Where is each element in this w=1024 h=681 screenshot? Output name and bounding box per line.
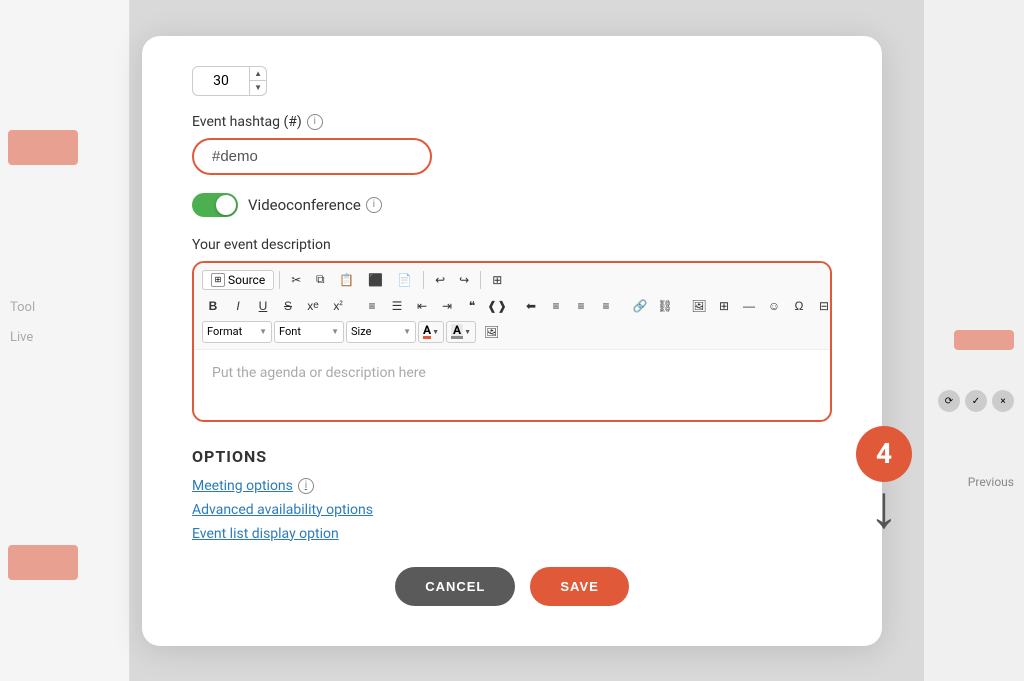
editor-toolbar: ⊞ Source ✂ ⧉ 📋 ⬛ 📄 ↩ ↪ ⊞ bbox=[194, 263, 830, 350]
show-blocks-button[interactable]: ⊟ bbox=[813, 295, 832, 317]
emoji-button[interactable]: ☺ bbox=[763, 295, 785, 317]
align-justify-button[interactable]: ≡ bbox=[595, 295, 617, 317]
toolbar-row1: ⊞ Source ✂ ⧉ 📋 ⬛ 📄 ↩ ↪ ⊞ bbox=[202, 269, 822, 291]
format-arrow: ▼ bbox=[259, 327, 267, 336]
step-arrow-down: ↓ bbox=[869, 477, 899, 537]
toggle-thumb bbox=[216, 195, 236, 215]
paste-from-word-button[interactable]: 📄 bbox=[391, 269, 418, 291]
undo-button[interactable]: ↩ bbox=[429, 269, 451, 291]
sidebar-item-live[interactable]: Live bbox=[10, 330, 33, 345]
spinner-arrows: ▲ ▼ bbox=[249, 67, 266, 95]
spinner-down[interactable]: ▼ bbox=[250, 81, 266, 95]
right-icon-group: ⟳ ✓ × bbox=[938, 390, 1014, 412]
source-icon: ⊞ bbox=[211, 273, 225, 287]
toolbar-divider-2 bbox=[423, 271, 424, 289]
sidebar-item-tool[interactable]: Tool bbox=[10, 300, 35, 315]
ordered-list-button[interactable]: ≡ bbox=[361, 295, 383, 317]
image-button[interactable]: 🖼 bbox=[688, 295, 710, 317]
button-row: CANCEL SAVE bbox=[192, 567, 832, 606]
cut-button[interactable]: ✂ bbox=[285, 269, 307, 291]
table-button[interactable]: ⊞ bbox=[713, 295, 735, 317]
sidebar-bottom-button[interactable] bbox=[8, 545, 78, 580]
special-char-button[interactable]: Ω bbox=[788, 295, 810, 317]
font-color-arrow: ▼ bbox=[432, 328, 439, 336]
toolbar-divider-1 bbox=[279, 271, 280, 289]
bg-color-button[interactable]: A ▼ bbox=[446, 321, 476, 343]
italic-button[interactable]: I bbox=[227, 295, 249, 317]
link-button[interactable]: 🔗 bbox=[629, 295, 651, 317]
videoconference-label: Videoconference i bbox=[248, 196, 382, 214]
hashtag-input[interactable] bbox=[192, 138, 432, 175]
paste-plain-button[interactable]: ⬛ bbox=[362, 269, 389, 291]
format-select[interactable]: Format ▼ bbox=[202, 321, 272, 343]
spinner-value: 30 bbox=[193, 73, 249, 89]
cancel-button[interactable]: CANCEL bbox=[395, 567, 515, 606]
decrease-indent-button[interactable]: ⇤ bbox=[411, 295, 433, 317]
font-color-a: A bbox=[423, 324, 431, 339]
options-section: OPTIONS Meeting options i Advanced avail… bbox=[192, 447, 832, 542]
right-panel: ⟳ ✓ × Previous bbox=[924, 0, 1024, 681]
spinner-up[interactable]: ▲ bbox=[250, 67, 266, 82]
right-prev-label[interactable]: Previous bbox=[968, 475, 1014, 489]
step-overlay: 4 ↓ bbox=[856, 426, 912, 537]
copy-button[interactable]: ⧉ bbox=[309, 269, 331, 291]
spinner-row: 30 ▲ ▼ bbox=[192, 66, 832, 96]
image-inline-button[interactable]: 🖼 bbox=[478, 321, 505, 343]
videoconference-info-icon[interactable]: i bbox=[366, 197, 382, 213]
find-replace-button[interactable]: ⊞ bbox=[486, 269, 508, 291]
page-background: Tool Live ⟳ ✓ × Previous 30 ▲ ▼ Event ha… bbox=[0, 0, 1024, 681]
sidebar: Tool Live bbox=[0, 0, 130, 681]
right-icon-2[interactable]: ✓ bbox=[965, 390, 987, 412]
editor-content[interactable]: Put the agenda or description here bbox=[194, 350, 830, 420]
align-center-button[interactable]: ≡ bbox=[545, 295, 567, 317]
meeting-options-link[interactable]: Meeting options i bbox=[192, 478, 832, 494]
right-badge bbox=[954, 330, 1014, 350]
bold-button[interactable]: B bbox=[202, 295, 224, 317]
strikethrough-button[interactable]: S bbox=[277, 295, 299, 317]
toolbar-row3: Format ▼ Font ▼ Size ▼ A ▼ bbox=[202, 321, 822, 343]
right-icon-1[interactable]: ⟳ bbox=[938, 390, 960, 412]
size-arrow: ▼ bbox=[403, 327, 411, 336]
modal-card: 30 ▲ ▼ Event hashtag (#) i Videoconferen… bbox=[142, 36, 882, 646]
increase-indent-button[interactable]: ⇥ bbox=[436, 295, 458, 317]
align-left-button[interactable]: ⬅ bbox=[520, 295, 542, 317]
unlink-button[interactable]: ⛓ bbox=[654, 295, 676, 317]
toolbar-divider-3 bbox=[480, 271, 481, 289]
blockquote-button[interactable]: ❝ bbox=[461, 295, 483, 317]
sidebar-top-button[interactable] bbox=[8, 130, 78, 165]
font-arrow: ▼ bbox=[331, 327, 339, 336]
editor-container: ⊞ Source ✂ ⧉ 📋 ⬛ 📄 ↩ ↪ ⊞ bbox=[192, 261, 832, 422]
subscript-button[interactable]: xe bbox=[302, 295, 324, 317]
div-button[interactable]: ❰❱ bbox=[486, 295, 508, 317]
redo-button[interactable]: ↪ bbox=[453, 269, 475, 291]
size-select[interactable]: Size ▼ bbox=[346, 321, 416, 343]
event-list-display-link[interactable]: Event list display option bbox=[192, 526, 832, 542]
videoconference-toggle[interactable] bbox=[192, 193, 238, 217]
font-color-button[interactable]: A ▼ bbox=[418, 321, 444, 343]
underline-button[interactable]: U bbox=[252, 295, 274, 317]
bg-color-arrow: ▼ bbox=[464, 328, 471, 336]
hashtag-info-icon[interactable]: i bbox=[307, 114, 323, 130]
font-select[interactable]: Font ▼ bbox=[274, 321, 344, 343]
bg-color-a: A bbox=[451, 324, 463, 339]
paste-button[interactable]: 📋 bbox=[333, 269, 360, 291]
save-button[interactable]: SAVE bbox=[530, 567, 628, 606]
hashtag-label: Event hashtag (#) i bbox=[192, 114, 832, 130]
unordered-list-button[interactable]: ☰ bbox=[386, 295, 408, 317]
description-label: Your event description bbox=[192, 237, 832, 253]
advanced-availability-link[interactable]: Advanced availability options bbox=[192, 502, 832, 518]
right-icon-3[interactable]: × bbox=[992, 390, 1014, 412]
hr-button[interactable]: — bbox=[738, 295, 760, 317]
number-spinner[interactable]: 30 ▲ ▼ bbox=[192, 66, 267, 96]
toolbar-row2: B I U S xe x² ≡ ☰ ⇤ ⇥ ❝ ❰❱ ⬅ ≡ ≡ bbox=[202, 295, 822, 317]
videoconference-row: Videoconference i bbox=[192, 193, 832, 217]
meeting-options-info[interactable]: i bbox=[298, 478, 314, 494]
options-title: OPTIONS bbox=[192, 447, 832, 466]
align-right-button[interactable]: ≡ bbox=[570, 295, 592, 317]
superscript-button[interactable]: x² bbox=[327, 295, 349, 317]
source-button[interactable]: ⊞ Source bbox=[202, 270, 274, 290]
